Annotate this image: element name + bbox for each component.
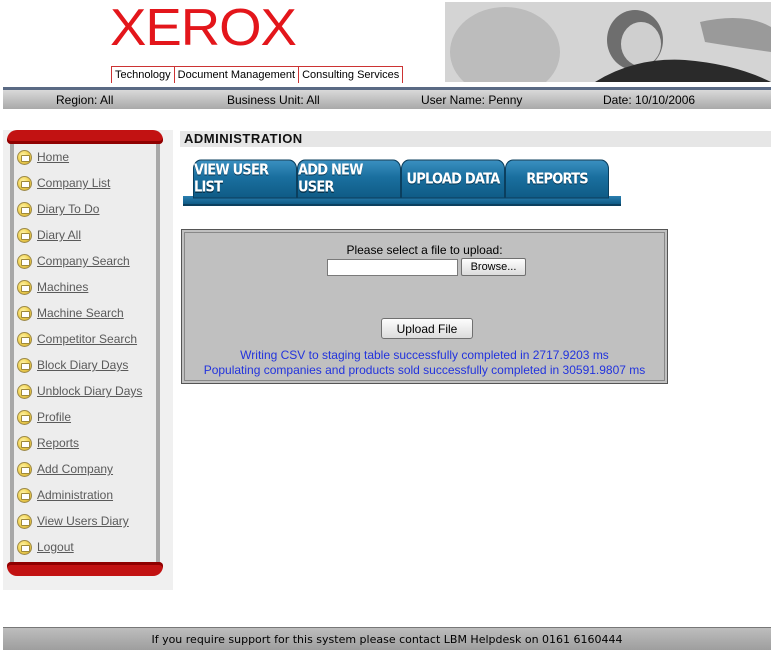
sidebar-item-add-company[interactable]: Add Company <box>17 456 113 482</box>
sidebar-item-label[interactable]: Reports <box>37 436 79 450</box>
page-title: ADMINISTRATION <box>184 131 303 146</box>
footer-bar: If you require support for this system p… <box>3 627 771 650</box>
upload-file-button[interactable]: Upload File <box>381 318 473 339</box>
xerox-logo: XEROX <box>110 0 297 57</box>
folder-icon <box>17 201 32 217</box>
sidebar-item-label[interactable]: Home <box>37 150 69 164</box>
sidebar-item-machines[interactable]: Machines <box>17 274 88 300</box>
tagline-consulting-services: Consulting Services <box>298 67 404 83</box>
sidebar-item-label[interactable]: Diary All <box>37 228 81 242</box>
folder-icon <box>17 409 32 425</box>
admin-tabs: VIEW USER LIST ADD NEW USER UPLOAD DATA … <box>193 159 609 199</box>
sidebar-item-label[interactable]: Machine Search <box>37 306 124 320</box>
sidebar-item-label[interactable]: Diary To Do <box>37 202 99 216</box>
sidebar-item-label[interactable]: Company Search <box>37 254 130 268</box>
menu-top-cap <box>7 130 163 144</box>
browse-button[interactable]: Browse... <box>461 258 526 276</box>
tab-view-user-list[interactable]: VIEW USER LIST <box>193 159 297 199</box>
sidebar-item-label[interactable]: View Users Diary <box>37 514 129 528</box>
folder-icon <box>17 357 32 373</box>
sidebar-item-unblock-diary-days[interactable]: Unblock Diary Days <box>17 378 142 404</box>
footer-support-text: If you require support for this system p… <box>151 632 623 646</box>
tagline-document-management: Document Management <box>173 67 298 83</box>
sidebar-item-block-diary-days[interactable]: Block Diary Days <box>17 352 128 378</box>
tagline: Technology Document Management Consultin… <box>111 66 404 83</box>
folder-icon <box>17 539 32 555</box>
sidebar-item-label[interactable]: Competitor Search <box>37 332 137 346</box>
tab-reports[interactable]: REPORTS <box>505 159 609 199</box>
tab-add-new-user[interactable]: ADD NEW USER <box>297 159 401 199</box>
sidebar-item-logout[interactable]: Logout <box>17 534 74 560</box>
folder-icon <box>17 227 32 243</box>
section-header: ADMINISTRATION <box>180 131 771 147</box>
sidebar-item-home[interactable]: Home <box>17 144 69 170</box>
sidebar-item-view-users-diary[interactable]: View Users Diary <box>17 508 129 534</box>
folder-icon <box>17 383 32 399</box>
folder-icon <box>17 435 32 451</box>
sidebar-item-label[interactable]: Administration <box>37 488 113 502</box>
date-label: Date: 10/10/2006 <box>603 92 696 107</box>
region-label: Region: All <box>56 92 114 107</box>
folder-icon <box>17 175 32 191</box>
sidebar-item-reports[interactable]: Reports <box>17 430 79 456</box>
sidebar-item-administration[interactable]: Administration <box>17 482 113 508</box>
sidebar-item-label[interactable]: Profile <box>37 410 71 424</box>
folder-icon <box>17 305 32 321</box>
tab-upload-data[interactable]: UPLOAD DATA <box>401 159 505 199</box>
status-message-populate: Populating companies and products sold s… <box>203 363 646 377</box>
sidebar-item-diary-all[interactable]: Diary All <box>17 222 81 248</box>
folder-icon <box>17 331 32 347</box>
info-bar: Region: All Business Unit: All User Name… <box>3 87 771 109</box>
business-unit-label: Business Unit: All <box>227 92 320 107</box>
sidebar-item-company-list[interactable]: Company List <box>17 170 110 196</box>
folder-icon <box>17 253 32 269</box>
folder-icon <box>17 279 32 295</box>
sidebar-item-competitor-search[interactable]: Competitor Search <box>17 326 137 352</box>
menu-bottom-cap <box>7 562 163 576</box>
folder-icon <box>17 513 32 529</box>
sidebar-item-label[interactable]: Add Company <box>37 462 113 476</box>
sidebar-item-label[interactable]: Logout <box>37 540 74 554</box>
sidebar-item-profile[interactable]: Profile <box>17 404 71 430</box>
sidebar-menu: Home Company List Diary To Do Diary All … <box>7 130 163 576</box>
sidebar-item-label[interactable]: Block Diary Days <box>37 358 128 372</box>
sidebar-item-machine-search[interactable]: Machine Search <box>17 300 124 326</box>
sidebar-item-company-search[interactable]: Company Search <box>17 248 130 274</box>
sidebar-item-diary-to-do[interactable]: Diary To Do <box>17 196 99 222</box>
user-name-label: User Name: Penny <box>421 92 523 107</box>
folder-icon <box>17 487 32 503</box>
file-path-input[interactable] <box>327 259 458 276</box>
folder-icon <box>17 149 32 165</box>
folder-icon <box>17 461 32 477</box>
sidebar-item-label[interactable]: Company List <box>37 176 110 190</box>
tagline-technology: Technology <box>111 67 174 83</box>
sidebar-item-label[interactable]: Machines <box>37 280 88 294</box>
upload-prompt: Please select a file to upload: <box>346 243 503 257</box>
sidebar-panel: Home Company List Diary To Do Diary All … <box>3 130 173 590</box>
status-message-csv: Writing CSV to staging table successfull… <box>240 348 609 362</box>
sidebar-item-label[interactable]: Unblock Diary Days <box>37 384 142 398</box>
upload-panel: Please select a file to upload: Browse..… <box>181 229 668 384</box>
header-photo <box>445 2 771 82</box>
